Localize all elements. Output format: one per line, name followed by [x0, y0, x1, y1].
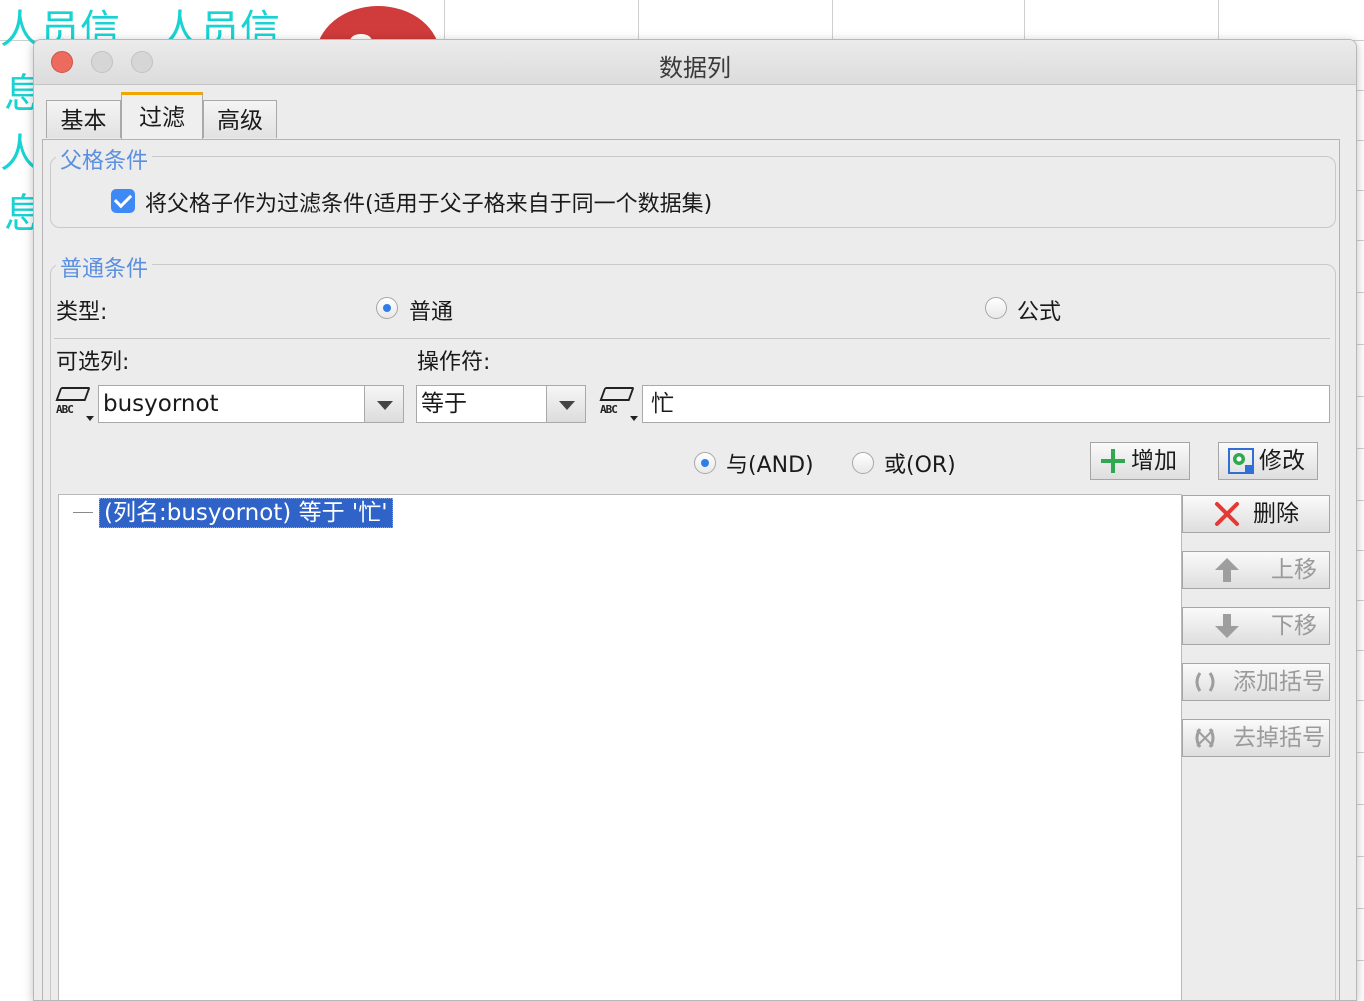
plus-icon — [1101, 449, 1125, 473]
condition-tree[interactable]: (列名:busyornot) 等于 '忙' — [58, 494, 1182, 1000]
move-up-button[interactable]: 上移 — [1182, 551, 1330, 589]
add-button-label: 增加 — [1131, 448, 1177, 474]
logic-or-radio[interactable] — [852, 452, 874, 474]
tab-basic[interactable]: 基本 — [46, 100, 121, 138]
column-select-value: busyornot — [103, 391, 219, 417]
remove-bracket-button[interactable]: 去掉括号 — [1182, 719, 1330, 757]
parent-condition-title: 父格条件 — [56, 143, 153, 175]
add-button[interactable]: 增加 — [1090, 442, 1190, 480]
type-normal-label[interactable]: 普通 — [409, 294, 453, 326]
common-condition-title: 普通条件 — [56, 251, 153, 283]
delete-button[interactable]: 删除 — [1182, 495, 1330, 533]
modify-button-label: 修改 — [1259, 448, 1305, 474]
logic-and-label[interactable]: 与(AND) — [726, 447, 814, 479]
parent-filter-checkbox[interactable] — [111, 189, 135, 213]
dialog-title: 数据列 — [659, 54, 731, 82]
operator-select-value: 等于 — [421, 391, 467, 417]
operator-label: 操作符: — [417, 350, 491, 375]
logic-or-label[interactable]: 或(OR) — [884, 447, 956, 479]
tree-line — [73, 512, 93, 513]
bracket-icon — [1195, 672, 1215, 692]
move-down-button[interactable]: 下移 — [1182, 607, 1330, 645]
value-type-icon[interactable]: ABC — [599, 385, 638, 423]
data-column-dialog: 数据列 基本 过滤 高级 父格条件 将父格子作为过滤条件(适用于父子格来自于同一… — [33, 39, 1357, 1001]
title-bar[interactable]: 数据列 — [34, 40, 1356, 85]
operator-select[interactable]: 等于 — [416, 385, 586, 423]
add-bracket-button[interactable]: 添加括号 — [1182, 663, 1330, 701]
column-select[interactable]: busyornot — [98, 385, 404, 423]
type-normal-radio[interactable] — [376, 297, 398, 319]
remove-bracket-icon — [1195, 728, 1215, 748]
remove-bracket-label: 去掉括号 — [1233, 725, 1325, 751]
value-input[interactable]: 忙 — [642, 385, 1330, 423]
tab-filter[interactable]: 过滤 — [121, 92, 203, 140]
type-label: 类型: — [56, 300, 108, 325]
add-bracket-label: 添加括号 — [1233, 669, 1325, 695]
chevron-down-icon[interactable] — [546, 386, 585, 422]
column-type-icon[interactable]: ABC — [55, 385, 94, 423]
column-label: 可选列: — [56, 350, 130, 375]
logic-and-radio[interactable] — [694, 452, 716, 474]
move-up-label: 上移 — [1271, 557, 1317, 583]
tab-advanced[interactable]: 高级 — [203, 100, 277, 138]
parent-filter-label: 将父格子作为过滤条件(适用于父子格来自于同一个数据集) — [145, 192, 713, 217]
divider — [54, 338, 1330, 339]
settings-icon — [1228, 448, 1254, 474]
type-formula-radio[interactable] — [985, 297, 1007, 319]
type-formula-label[interactable]: 公式 — [1017, 294, 1061, 326]
arrow-up-icon — [1215, 558, 1239, 582]
arrow-down-icon — [1215, 614, 1239, 638]
move-down-label: 下移 — [1271, 613, 1317, 639]
modify-button[interactable]: 修改 — [1218, 442, 1318, 480]
condition-item[interactable]: (列名:busyornot) 等于 '忙' — [99, 498, 393, 528]
delete-icon — [1215, 502, 1239, 526]
delete-button-label: 删除 — [1253, 501, 1299, 527]
chevron-down-icon[interactable] — [364, 386, 403, 422]
